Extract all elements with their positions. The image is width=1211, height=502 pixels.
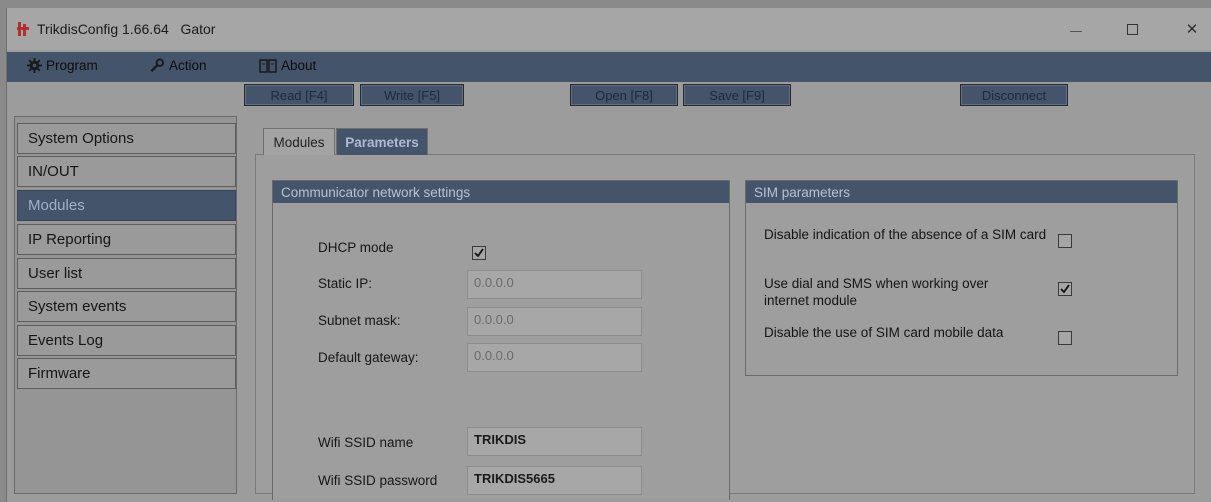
book-icon — [259, 58, 277, 73]
sidebar-item-system-events[interactable]: System events — [17, 291, 236, 322]
sidebar-item-modules[interactable]: Modules — [17, 190, 236, 221]
sim-option-label: Use dial and SMS when working over inter… — [764, 276, 989, 308]
read-button[interactable]: Read [F4] — [244, 84, 354, 106]
wifi-ssid-password-label: Wifi SSID password — [318, 473, 438, 488]
sidebar-item-firmware[interactable]: Firmware — [17, 358, 236, 389]
sim-parameters-title: SIM parameters — [746, 181, 1177, 203]
network-settings-title: Communicator network settings — [273, 181, 729, 203]
close-icon: ✕ — [1185, 21, 1199, 38]
checkmark-icon — [474, 248, 484, 258]
sidebar-item-system-options[interactable]: System Options — [17, 123, 236, 154]
save-button[interactable]: Save [F9] — [683, 84, 791, 106]
disable-sim-mobile-data-checkbox[interactable] — [1058, 331, 1072, 345]
sidebar-item-in-out[interactable]: IN/OUT — [17, 156, 236, 187]
sim-option-label: Disable the use of SIM card mobile data — [764, 325, 1004, 340]
minimize-icon — [1070, 30, 1082, 32]
tab-modules[interactable]: Modules — [263, 128, 335, 155]
checkmark-icon — [1060, 284, 1070, 294]
subnet-mask-label: Subnet mask: — [318, 313, 401, 328]
sidebar-item-ip-reporting[interactable]: IP Reporting — [17, 224, 236, 255]
wifi-ssid-name-label: Wifi SSID name — [318, 435, 414, 450]
tab-parameters[interactable]: Parameters — [336, 128, 428, 155]
maximize-icon — [1126, 23, 1138, 35]
menu-about[interactable]: About — [259, 58, 316, 73]
write-button[interactable]: Write [F5] — [360, 84, 464, 106]
subnet-mask-field[interactable]: 0.0.0.0 — [467, 307, 642, 336]
sidebar-item-events-log[interactable]: Events Log — [17, 325, 236, 356]
close-button[interactable]: ✕ — [1177, 18, 1207, 40]
open-button[interactable]: Open [F8] — [570, 84, 678, 106]
menu-action[interactable]: Action — [149, 58, 207, 73]
static-ip-field[interactable]: 0.0.0.0 — [467, 270, 642, 299]
menu-about-label: About — [281, 58, 317, 73]
disconnect-button[interactable]: Disconnect — [960, 84, 1068, 106]
default-gateway-label: Default gateway: — [318, 350, 419, 365]
minimize-button[interactable] — [1061, 18, 1091, 40]
static-ip-label: Static IP: — [318, 276, 373, 291]
window-title: TrikdisConfig 1.66.64 Gator — [37, 21, 216, 37]
dial-sms-internet-checkbox[interactable] — [1058, 282, 1072, 296]
gear-icon — [27, 58, 42, 73]
title-bar: TrikdisConfig 1.66.64 Gator ✕ — [7, 8, 1211, 50]
dhcp-mode-checkbox[interactable] — [472, 246, 486, 260]
dhcp-mode-label: DHCP mode — [318, 240, 394, 255]
trikdis-logo-icon — [17, 22, 29, 36]
sim-option-label: Disable indication of the absence of a S… — [764, 227, 1047, 242]
menu-bar: Program Action About — [7, 52, 1211, 82]
disable-sim-absence-checkbox[interactable] — [1058, 234, 1072, 248]
wrench-icon — [150, 58, 165, 72]
menu-program-label: Program — [46, 58, 98, 73]
wifi-ssid-password-field[interactable]: TRIKDIS5665 — [467, 466, 642, 495]
wifi-ssid-name-field[interactable]: TRIKDIS — [467, 427, 642, 456]
sidebar: System Options IN/OUT Modules IP Reporti… — [14, 116, 237, 494]
menu-action-label: Action — [169, 58, 207, 73]
sidebar-item-user-list[interactable]: User list — [17, 258, 236, 289]
menu-program[interactable]: Program — [27, 58, 98, 73]
maximize-button[interactable] — [1117, 18, 1147, 40]
default-gateway-field[interactable]: 0.0.0.0 — [467, 343, 642, 372]
